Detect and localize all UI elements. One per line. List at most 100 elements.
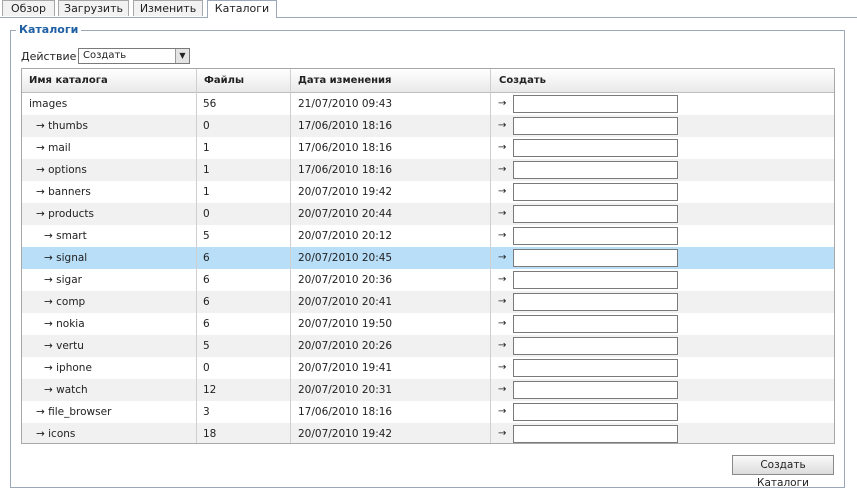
new-catalog-input[interactable] — [513, 425, 678, 443]
catalog-name[interactable]: → banners — [36, 181, 91, 203]
catalog-files: 0 — [203, 208, 210, 220]
tab-edit[interactable]: Изменить — [133, 0, 203, 16]
new-catalog-input[interactable] — [513, 293, 678, 311]
arrow-icon: → — [498, 186, 507, 197]
catalog-name[interactable]: images — [29, 93, 67, 115]
catalog-files: 6 — [203, 296, 210, 308]
tab-overview[interactable]: Обзор — [2, 0, 55, 16]
table-row[interactable]: → icons 18 20/07/2010 19:42 → — [22, 423, 834, 443]
header-name[interactable]: Имя каталога — [22, 69, 108, 92]
new-catalog-input[interactable] — [513, 227, 678, 245]
catalog-date: 20/07/2010 20:26 — [298, 340, 393, 352]
new-catalog-input[interactable] — [513, 403, 678, 421]
action-select-value: Создать — [83, 50, 127, 61]
catalog-files: 0 — [203, 120, 210, 132]
catalog-date: 20/07/2010 20:31 — [298, 384, 393, 396]
arrow-icon: → — [498, 252, 507, 263]
table-row[interactable]: → watch 12 20/07/2010 20:31 → — [22, 379, 834, 401]
new-catalog-input[interactable] — [513, 95, 678, 113]
catalog-name[interactable]: → smart — [44, 225, 87, 247]
new-catalog-input[interactable] — [513, 117, 678, 135]
catalog-date: 20/07/2010 20:36 — [298, 274, 393, 286]
catalog-files: 18 — [203, 428, 217, 440]
catalog-name[interactable]: → thumbs — [36, 115, 88, 137]
catalog-name[interactable]: → watch — [44, 379, 88, 401]
new-catalog-input[interactable] — [513, 337, 678, 355]
catalog-name[interactable]: → sigar — [44, 269, 82, 291]
arrow-icon: → — [498, 142, 507, 153]
table-row[interactable]: → thumbs 0 17/06/2010 18:16 → — [22, 115, 834, 137]
catalog-date: 20/07/2010 19:42 — [298, 428, 393, 440]
catalog-name[interactable]: → icons — [36, 423, 75, 443]
catalog-files: 1 — [203, 186, 210, 198]
table-row[interactable]: → file_browser 3 17/06/2010 18:16 → — [22, 401, 834, 423]
catalog-name[interactable]: → vertu — [44, 335, 84, 357]
table-row[interactable]: → nokia 6 20/07/2010 19:50 → — [22, 313, 834, 335]
new-catalog-input[interactable] — [513, 359, 678, 377]
new-catalog-input[interactable] — [513, 205, 678, 223]
header-date[interactable]: Дата изменения — [291, 69, 391, 92]
arrow-icon: → — [498, 384, 507, 395]
catalog-files: 6 — [203, 252, 210, 264]
catalog-name[interactable]: → comp — [44, 291, 85, 313]
dropdown-arrow-icon[interactable]: ▼ — [175, 49, 189, 63]
arrow-icon: → — [498, 340, 507, 351]
catalog-files: 56 — [203, 98, 217, 110]
arrow-icon: → — [498, 208, 507, 219]
catalog-date: 17/06/2010 18:16 — [298, 120, 393, 132]
catalog-name[interactable]: → file_browser — [36, 401, 111, 423]
catalog-name[interactable]: → options — [36, 159, 87, 181]
new-catalog-input[interactable] — [513, 315, 678, 333]
catalog-name[interactable]: → products — [36, 203, 94, 225]
new-catalog-input[interactable] — [513, 161, 678, 179]
catalog-date: 20/07/2010 19:42 — [298, 186, 393, 198]
arrow-icon: → — [498, 362, 507, 373]
arrow-icon: → — [498, 98, 507, 109]
new-catalog-input[interactable] — [513, 271, 678, 289]
catalog-name[interactable]: → nokia — [44, 313, 85, 335]
catalog-name[interactable]: → signal — [44, 247, 87, 269]
table-row[interactable]: → iphone 0 20/07/2010 19:41 → — [22, 357, 834, 379]
header-create[interactable]: Создать — [492, 69, 546, 92]
header-files[interactable]: Файлы — [197, 69, 244, 92]
catalog-date: 17/06/2010 18:16 — [298, 406, 393, 418]
table-row[interactable]: → products 0 20/07/2010 20:44 → — [22, 203, 834, 225]
arrow-icon: → — [498, 274, 507, 285]
catalog-files: 0 — [203, 362, 210, 374]
table-row[interactable]: images 56 21/07/2010 09:43 → — [22, 93, 834, 115]
action-select[interactable]: Создать ▼ — [78, 48, 190, 64]
table-row[interactable]: → banners 1 20/07/2010 19:42 → — [22, 181, 834, 203]
catalog-date: 20/07/2010 20:12 — [298, 230, 393, 242]
arrow-icon: → — [498, 230, 507, 241]
catalog-date: 20/07/2010 20:44 — [298, 208, 393, 220]
catalog-date: 20/07/2010 20:45 — [298, 252, 393, 264]
new-catalog-input[interactable] — [513, 183, 678, 201]
catalog-files: 12 — [203, 384, 217, 396]
create-catalogs-button[interactable]: Создать Каталоги — [732, 455, 834, 489]
catalog-name[interactable]: → mail — [36, 137, 71, 159]
table-row[interactable]: → options 1 17/06/2010 18:16 → — [22, 159, 834, 181]
catalog-files: 6 — [203, 274, 210, 286]
catalog-name[interactable]: → iphone — [44, 357, 92, 379]
catalog-files: 5 — [203, 230, 210, 242]
tab-catalogs[interactable]: Каталоги — [207, 0, 277, 18]
table-row[interactable]: → smart 5 20/07/2010 20:12 → — [22, 225, 834, 247]
table-row[interactable]: → comp 6 20/07/2010 20:41 → — [22, 291, 834, 313]
tab-upload[interactable]: Загрузить — [58, 0, 129, 16]
table-row[interactable]: → mail 1 17/06/2010 18:16 → — [22, 137, 834, 159]
arrow-icon: → — [498, 120, 507, 131]
column-divider — [490, 69, 491, 443]
catalog-date: 20/07/2010 19:50 — [298, 318, 393, 330]
new-catalog-input[interactable] — [513, 249, 678, 267]
table-row[interactable]: → sigar 6 20/07/2010 20:36 → — [22, 269, 834, 291]
fieldset-legend: Каталоги — [16, 23, 82, 36]
table-row[interactable]: → signal 6 20/07/2010 20:45 → — [22, 247, 834, 269]
table-row[interactable]: → vertu 5 20/07/2010 20:26 → — [22, 335, 834, 357]
catalogs-table: Имя каталога Файлы Дата изменения Создат… — [21, 68, 835, 444]
table-header: Имя каталога Файлы Дата изменения Создат… — [22, 69, 834, 93]
catalog-files: 1 — [203, 142, 210, 154]
catalog-files: 6 — [203, 318, 210, 330]
new-catalog-input[interactable] — [513, 381, 678, 399]
catalog-files: 3 — [203, 406, 210, 418]
new-catalog-input[interactable] — [513, 139, 678, 157]
